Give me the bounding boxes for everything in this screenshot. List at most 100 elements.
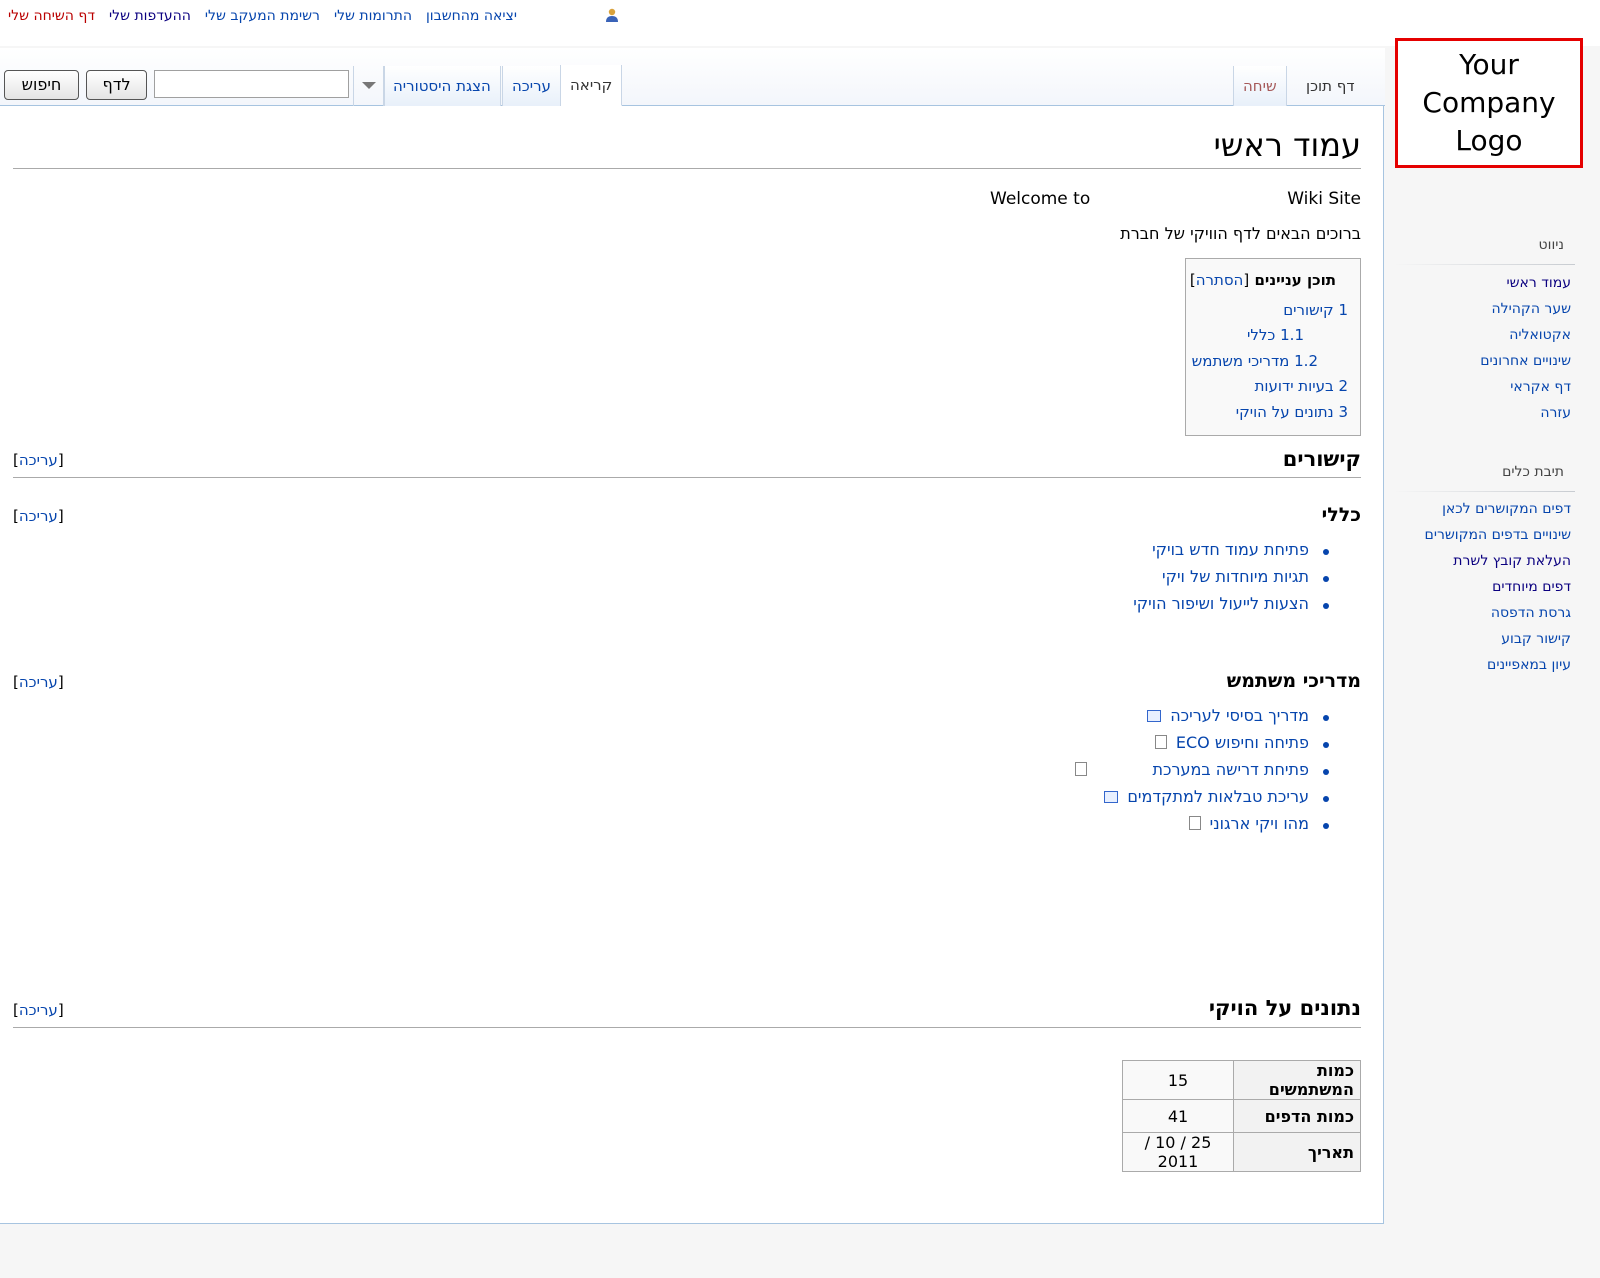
edit-link[interactable]: עריכה [19, 507, 58, 525]
wiki-stats-table: כמות המשתמשים 15 כמות הדפים 41 תאריך 25 … [1122, 1060, 1361, 1172]
portal-divider [1393, 264, 1575, 265]
sidebar-item-random-page: דף אקראי [1385, 379, 1571, 405]
bullet-icon [1323, 603, 1329, 609]
my-contributions-link[interactable]: התרומות שלי [334, 8, 412, 24]
sidebar-link[interactable]: עיון במאפיינים [1487, 657, 1571, 673]
guides-list: מדריך בסיסי לעריכה פתיחה וחיפוש ECO פתיח… [1075, 706, 1335, 841]
sidebar-item-current-events: אקטואליה [1385, 327, 1571, 353]
toc-item-known-issues[interactable]: 2 בעיות ידועות [1255, 377, 1348, 395]
document-icon [1154, 735, 1167, 749]
welcome-text-right: Wiki Site [1287, 189, 1361, 209]
sidebar-item-community: שער הקהילה [1385, 301, 1572, 327]
list-item: עריכת טבלאות למתקדמים [1075, 787, 1335, 814]
toc-item-links[interactable]: 1 קישורים [1283, 301, 1348, 319]
my-talk-link[interactable]: דף השיחה שלי [8, 8, 95, 24]
personal-links: דף השיחה שלי ההעדפות שלי רשימת המעקב שלי… [8, 8, 517, 24]
edit-link[interactable]: עריכה [19, 673, 58, 691]
general-link[interactable]: פתיחת עמוד חדש בויקי [1152, 540, 1309, 559]
stat-value: 15 [1122, 1060, 1234, 1100]
edit-section-wiki-data: [עריכה] [13, 1001, 64, 1019]
bullet-icon [1323, 576, 1329, 582]
toc-title: תוכן עניינים [1254, 271, 1336, 289]
sidebar-link[interactable]: דפים המקושרים לכאן [1442, 501, 1571, 517]
search-input[interactable] [154, 70, 349, 98]
toc-item-guides[interactable]: 1.2 מדריכי משתמש [1192, 352, 1318, 370]
bullet-icon [1323, 823, 1329, 829]
bullet-icon [1323, 549, 1329, 555]
list-item: פתיחת עמוד חדש בויקי [1133, 540, 1335, 567]
search-button[interactable]: חיפוש [4, 70, 79, 100]
sidebar-link[interactable]: העלאת קובץ לשרת [1453, 553, 1571, 569]
sidebar-link[interactable]: קישור קבוע [1501, 631, 1571, 647]
stat-value: 41 [1122, 1099, 1234, 1133]
tab-page[interactable]: דף תוכן [1297, 66, 1364, 106]
sidebar-link[interactable]: דף אקראי [1510, 379, 1571, 395]
sidebar-link[interactable]: גרסת הדפסה [1491, 605, 1571, 621]
section-heading-guides: מדריכי משתמש [1226, 670, 1361, 692]
bullet-icon [1323, 769, 1329, 775]
tools-portal-list: דפים המקושרים לכאן שינויים בדפים המקושרי… [1385, 501, 1571, 683]
list-item: פתיחה וחיפוש ECO [1075, 733, 1335, 760]
more-actions-dropdown[interactable] [353, 66, 385, 106]
sidebar-item-recent-changes: שינויים אחרונים [1385, 353, 1571, 379]
sidebar-item-special-pages: דפים מיוחדים [1385, 579, 1571, 605]
nav-portal-list: עמוד ראשי שער הקהילה אקטואליה שינויים אח… [1385, 275, 1571, 431]
toc-toggle: [הסתרה] [1189, 271, 1250, 289]
list-item: הצעות לייעול ושיפור הויקי [1133, 594, 1335, 621]
bullet-icon [1323, 796, 1329, 802]
page-title: עמוד ראשי [1213, 126, 1361, 164]
intro-text: ברוכים הבאים לדף הוויקי של חברת [1120, 224, 1361, 243]
tab-history[interactable]: הצגת היסטוריה [383, 66, 501, 106]
sidebar-link[interactable]: שינויים אחרונים [1480, 353, 1571, 369]
edit-section-guides: [עריכה] [13, 673, 64, 691]
company-logo[interactable]: Your Company Logo [1395, 38, 1583, 168]
sidebar-link[interactable]: עמוד ראשי [1507, 275, 1572, 291]
guide-link[interactable]: פתיחת דרישה במערכת [1153, 760, 1310, 779]
my-preferences-link[interactable]: ההעדפות שלי [109, 8, 191, 24]
bullet-icon [1323, 742, 1329, 748]
chevron-down-icon [362, 82, 376, 89]
tab-talk[interactable]: שיחה [1233, 66, 1287, 106]
stat-label: תאריך [1233, 1132, 1361, 1172]
stat-label: כמות המשתמשים [1233, 1060, 1361, 1100]
sidebar-item-upload-file: העלאת קובץ לשרת [1385, 553, 1571, 579]
guide-link[interactable]: פתיחה וחיפוש ECO [1176, 733, 1309, 752]
go-button[interactable]: לדף [86, 70, 147, 100]
guide-link[interactable]: עריכת טבלאות למתקדמים [1127, 787, 1309, 806]
sidebar-item-print-version: גרסת הדפסה [1385, 605, 1571, 631]
bullet-icon [1323, 715, 1329, 721]
toc-hide-link[interactable]: הסתרה [1196, 271, 1244, 289]
logout-link[interactable]: יציאה מהחשבון [426, 8, 517, 24]
sidebar-link[interactable]: אקטואליה [1509, 327, 1571, 343]
title-underline [13, 168, 1361, 169]
edit-link[interactable]: עריכה [19, 1001, 58, 1019]
sidebar-link[interactable]: דפים מיוחדים [1492, 579, 1571, 595]
general-links-list: פתיחת עמוד חדש בויקי תגיות מיוחדות של וי… [1133, 540, 1335, 621]
tools-portal-title: תיבת כלים [1502, 464, 1564, 480]
general-link[interactable]: הצעות לייעול ושיפור הויקי [1133, 594, 1309, 613]
stat-value: 25 / 10 / 2011 [1122, 1132, 1234, 1172]
my-watchlist-link[interactable]: רשימת המעקב שלי [205, 8, 320, 24]
general-link[interactable]: תגיות מיוחדות של ויקי [1162, 567, 1309, 586]
sidebar-link[interactable]: עזרה [1540, 405, 1571, 421]
toc-item-general[interactable]: 1.1 כללי [1247, 326, 1304, 344]
personal-toolbar: דף השיחה שלי ההעדפות שלי רשימת המעקב שלי… [0, 0, 1600, 46]
list-item: פתיחת דרישה במערכת [1075, 760, 1335, 787]
section-divider [13, 477, 1361, 478]
guide-link[interactable]: מדריך בסיסי לעריכה [1170, 706, 1309, 725]
edit-link[interactable]: עריכה [19, 451, 58, 469]
toc-heading: תוכן עניינים [הסתרה] [1190, 271, 1336, 289]
portal-divider [1393, 491, 1575, 492]
sidebar-item-help: עזרה [1385, 405, 1571, 431]
table-of-contents: תוכן עניינים [הסתרה] 1 קישורים 1.1 כללי … [1185, 258, 1361, 436]
section-heading-links: קישורים [1282, 447, 1361, 471]
sidebar-link[interactable]: שער הקהילה [1492, 301, 1572, 317]
toc-item-wiki-data[interactable]: 3 נתונים על הויקי [1236, 403, 1348, 421]
document-icon [1075, 762, 1088, 776]
guide-link[interactable]: מהו ויקי ארגוני [1210, 814, 1309, 833]
sidebar-item-what-links-here: דפים המקושרים לכאן [1385, 501, 1571, 527]
sidebar-link[interactable]: שינויים בדפים המקושרים [1425, 527, 1571, 543]
tab-edit[interactable]: עריכה [502, 66, 561, 106]
tab-read[interactable]: קריאה [560, 65, 623, 106]
sidebar-item-permanent-link: קישור קבוע [1385, 631, 1571, 657]
